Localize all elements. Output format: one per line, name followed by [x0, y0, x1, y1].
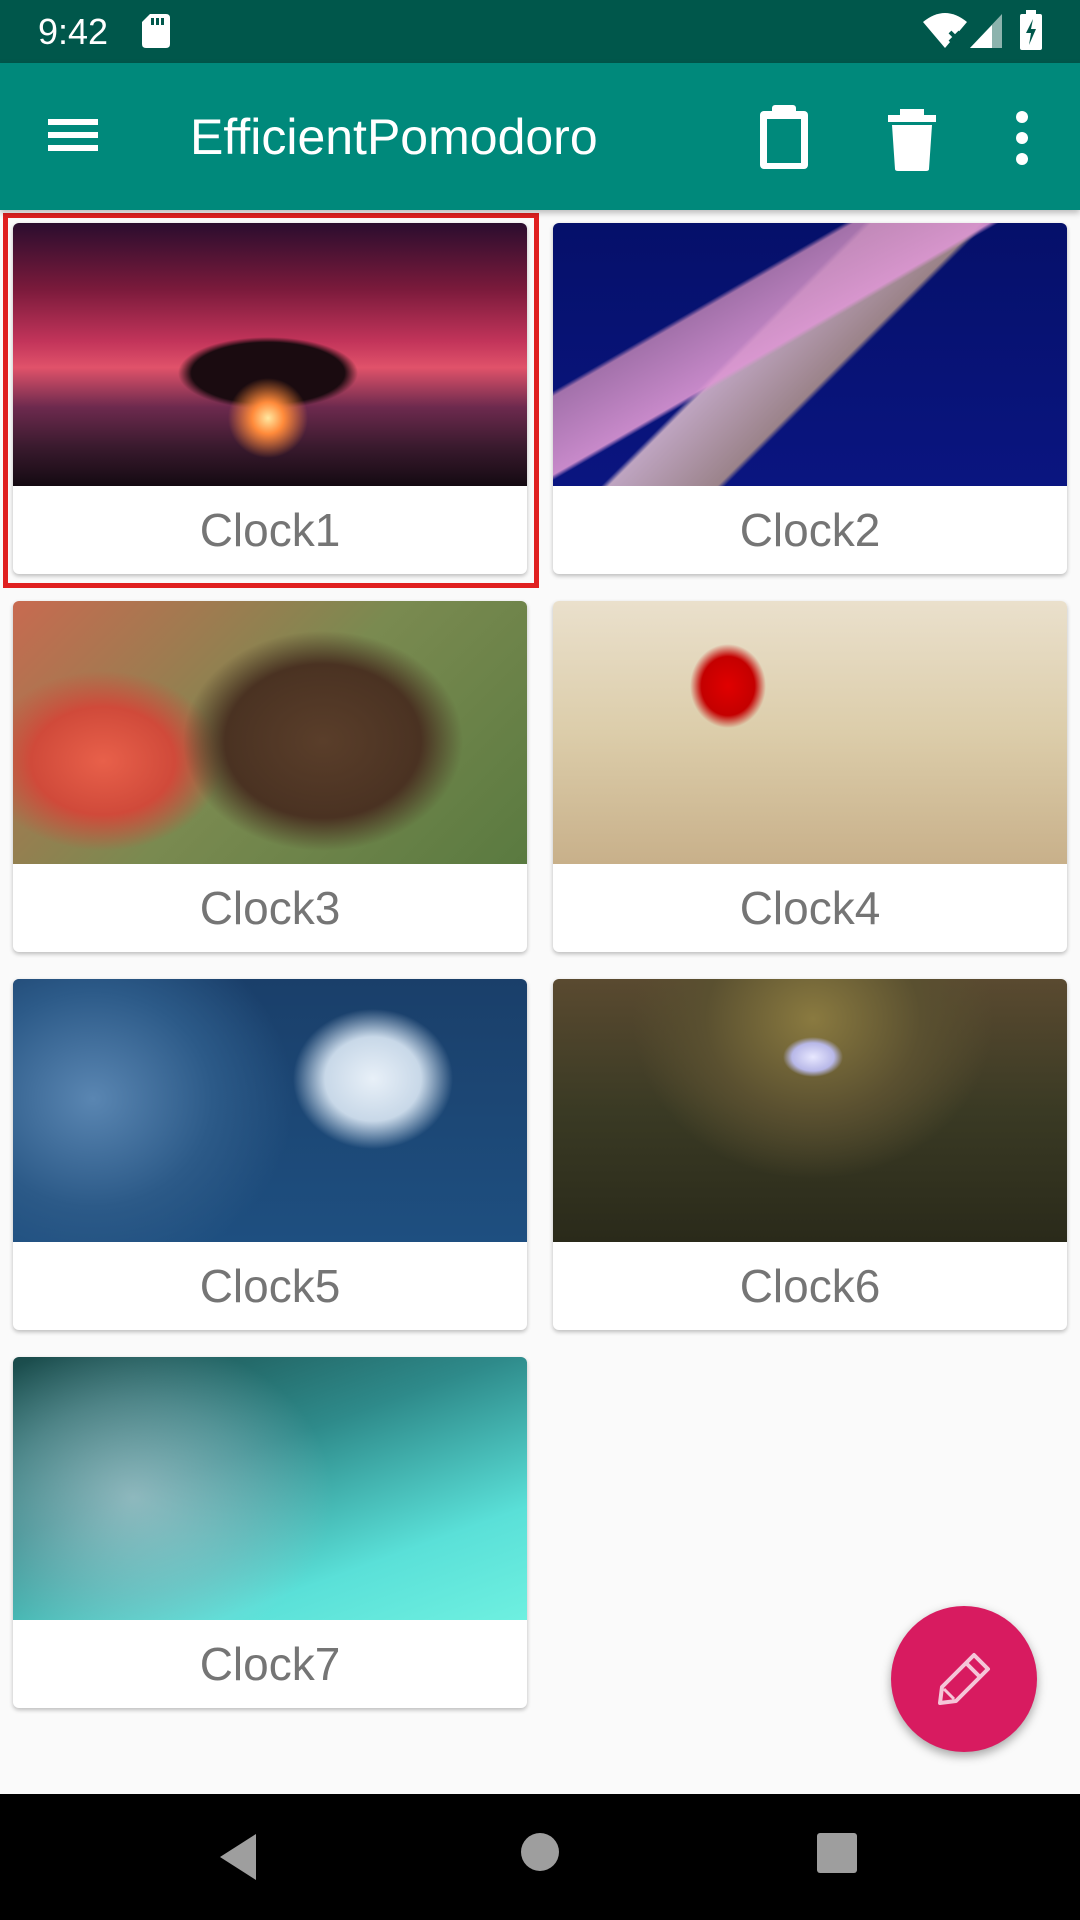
system-nav-bar: [0, 1794, 1080, 1920]
clock-card-1[interactable]: Clock1: [13, 223, 527, 574]
card-image-flowers: [553, 223, 1067, 486]
card-label: Clock1: [199, 504, 341, 556]
clock-card-2[interactable]: Clock2: [553, 223, 1067, 574]
pencil-icon: [938, 1653, 990, 1705]
card-image-butterfly: [13, 601, 527, 864]
card-image-dandelion: [13, 1357, 527, 1620]
recents-icon[interactable]: [816, 1832, 858, 1874]
card-label: Clock2: [739, 504, 881, 556]
sd-card-icon: [142, 14, 170, 48]
clipboard-icon[interactable]: [752, 103, 816, 173]
status-time: 9:42: [38, 11, 109, 52]
menu-icon[interactable]: [36, 105, 108, 165]
status-bar: 9:42: [0, 0, 1080, 63]
card-label: Clock3: [199, 882, 341, 934]
app-title: EfficientPomodoro: [190, 109, 598, 165]
clock-card-6[interactable]: Clock6: [553, 979, 1067, 1330]
battery-charging-icon: [1020, 10, 1042, 50]
cell-signal-icon: [970, 14, 1002, 48]
card-image-daisy: [553, 979, 1067, 1242]
back-icon[interactable]: [216, 1832, 260, 1882]
clock-card-5[interactable]: Clock5: [13, 979, 527, 1330]
delete-icon[interactable]: [880, 107, 944, 173]
card-label: Clock5: [199, 1260, 341, 1312]
edit-fab-button[interactable]: [891, 1606, 1037, 1752]
clock-card-7[interactable]: Clock7: [13, 1357, 527, 1708]
app-bar: EfficientPomodoro: [0, 63, 1080, 210]
wifi-icon: [923, 13, 967, 48]
clock-card-4[interactable]: Clock4: [553, 601, 1067, 952]
home-icon[interactable]: [520, 1832, 560, 1872]
card-label: Clock6: [739, 1260, 881, 1312]
card-image-poppy: [553, 601, 1067, 864]
clock-card-3[interactable]: Clock3: [13, 601, 527, 952]
more-vert-icon[interactable]: [1000, 103, 1044, 173]
card-image-lily: [13, 979, 527, 1242]
card-label: Clock7: [199, 1638, 341, 1690]
card-label: Clock4: [739, 882, 881, 934]
card-image-sunset-tree: [13, 223, 527, 486]
